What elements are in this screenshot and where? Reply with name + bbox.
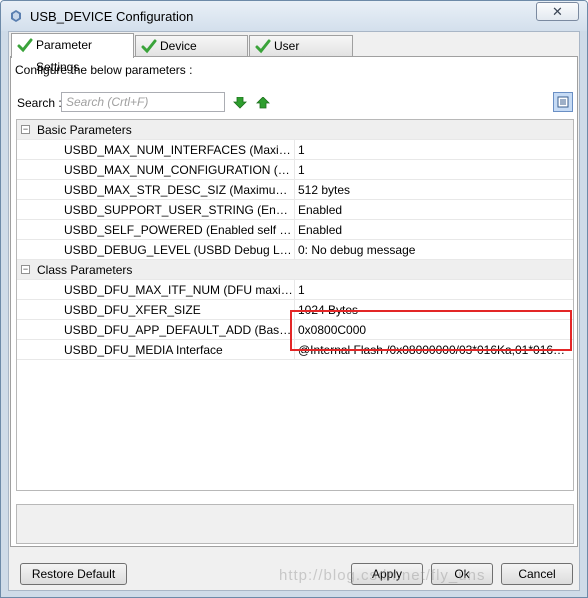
group-class-parameters[interactable]: − Class Parameters: [17, 260, 573, 280]
column-divider: [294, 220, 295, 240]
search-input[interactable]: [61, 92, 225, 112]
param-name: USBD_SELF_POWERED (Enabled self power): [64, 223, 294, 237]
table-row[interactable]: USBD_DEBUG_LEVEL (USBD Debug Level) 0: N…: [17, 240, 573, 260]
tab-user-constants[interactable]: User Constants: [249, 35, 353, 73]
param-name: USBD_MAX_NUM_INTERFACES (Maximum number …: [64, 143, 294, 157]
param-name: USBD_DFU_MEDIA Interface: [64, 343, 223, 357]
column-divider: [294, 140, 295, 160]
group-label: Basic Parameters: [37, 123, 132, 137]
table-row[interactable]: USBD_MAX_STR_DESC_SIZ (Maximum size for …: [17, 180, 573, 200]
param-value[interactable]: 1: [298, 143, 570, 157]
column-divider: [294, 340, 295, 360]
param-value[interactable]: 1024 Bytes: [298, 303, 570, 317]
column-divider: [294, 280, 295, 300]
check-icon: [17, 38, 33, 53]
cancel-button[interactable]: Cancel: [501, 563, 573, 585]
watermark-text: http://blog.csdn.net/fly_uns: [279, 567, 486, 584]
config-window: USB_DEVICE Configuration ✕ Parameter Set…: [0, 0, 588, 598]
column-divider: [294, 160, 295, 180]
param-name: USBD_DFU_APP_DEFAULT_ADD (Base Address): [64, 323, 294, 337]
param-name: USBD_MAX_NUM_CONFIGURATION (Maximum numb…: [64, 163, 294, 177]
param-value[interactable]: 512 bytes: [298, 183, 570, 197]
window-title: USB_DEVICE Configuration: [30, 9, 194, 24]
param-value[interactable]: 1: [298, 283, 570, 297]
table-row[interactable]: USBD_DFU_MAX_ITF_NUM (DFU maximum interf…: [17, 280, 573, 300]
param-name: USBD_DFU_XFER_SIZE: [64, 303, 201, 317]
title-bar: USB_DEVICE Configuration ✕: [1, 1, 587, 31]
group-label: Class Parameters: [37, 263, 133, 277]
dialog-body: Parameter Settings Device Descriptor Use…: [8, 31, 580, 591]
column-divider: [294, 180, 295, 200]
table-row[interactable]: USBD_MAX_NUM_CONFIGURATION (Maximum numb…: [17, 160, 573, 180]
param-value[interactable]: 0: No debug message: [298, 243, 570, 257]
param-name: USBD_DEBUG_LEVEL (USBD Debug Level): [64, 243, 294, 257]
tab-device-descriptor[interactable]: Device Descriptor: [135, 35, 248, 73]
param-name: USBD_SUPPORT_USER_STRING (Enable user st…: [64, 203, 294, 217]
check-icon: [255, 39, 271, 54]
app-icon: [11, 10, 21, 22]
collapse-icon[interactable]: −: [21, 265, 30, 274]
search-label: Search :: [17, 96, 62, 110]
column-divider: [294, 320, 295, 340]
param-value[interactable]: @Internal Flash /0x08000000/03*016Ka,01*…: [298, 343, 570, 357]
group-basic-parameters[interactable]: − Basic Parameters: [17, 120, 573, 140]
table-row[interactable]: USBD_DFU_MEDIA Interface @Internal Flash…: [17, 340, 573, 360]
column-divider: [294, 200, 295, 220]
param-name: USBD_MAX_STR_DESC_SIZ (Maximum size for …: [64, 183, 294, 197]
param-value[interactable]: 0x0800C000: [298, 323, 570, 337]
restore-default-button[interactable]: Restore Default: [20, 563, 127, 585]
column-divider: [294, 240, 295, 260]
list-view-button[interactable]: [553, 92, 573, 112]
column-divider: [294, 300, 295, 320]
param-value[interactable]: Enabled: [298, 203, 570, 217]
table-row[interactable]: USBD_SELF_POWERED (Enabled self power) E…: [17, 220, 573, 240]
table-row[interactable]: USBD_SUPPORT_USER_STRING (Enable user st…: [17, 200, 573, 220]
parameter-settings-panel: Configure the below parameters : Search …: [10, 56, 578, 547]
description-box: [16, 504, 574, 544]
collapse-icon[interactable]: −: [21, 125, 30, 134]
check-icon: [141, 39, 157, 54]
parameter-tree: − Basic Parameters USBD_MAX_NUM_INTERFAC…: [16, 119, 574, 491]
tab-parameter-settings[interactable]: Parameter Settings: [11, 33, 134, 74]
arrow-up-icon[interactable]: [256, 97, 270, 109]
list-view-icon: [557, 96, 569, 108]
param-value[interactable]: Enabled: [298, 223, 570, 237]
param-value[interactable]: 1: [298, 163, 570, 177]
close-button[interactable]: ✕: [536, 2, 579, 21]
param-name: USBD_DFU_MAX_ITF_NUM (DFU maximum interf…: [64, 283, 294, 297]
table-row[interactable]: USBD_DFU_APP_DEFAULT_ADD (Base Address) …: [17, 320, 573, 340]
table-row[interactable]: USBD_MAX_NUM_INTERFACES (Maximum number …: [17, 140, 573, 160]
arrow-down-icon[interactable]: [233, 97, 247, 109]
table-row[interactable]: USBD_DFU_XFER_SIZE 1024 Bytes: [17, 300, 573, 320]
